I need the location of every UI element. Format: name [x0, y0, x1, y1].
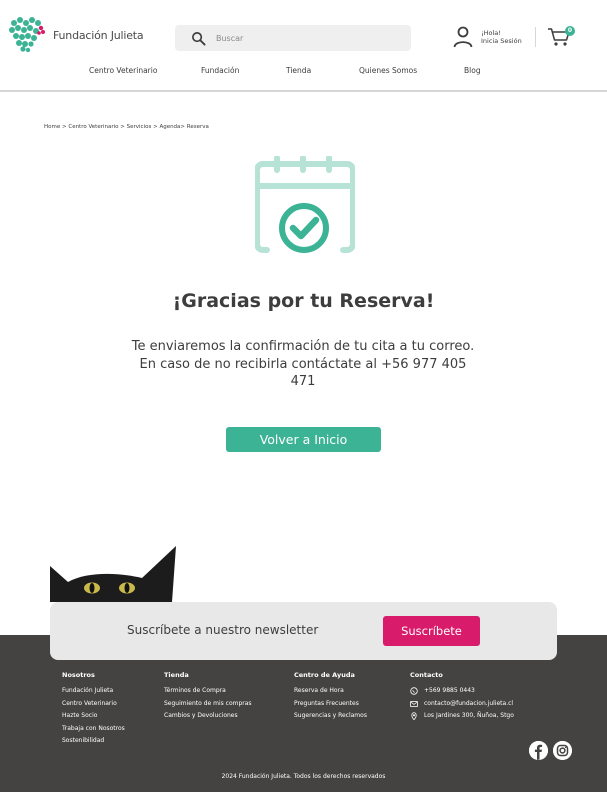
back-home-button[interactable]: Volver a Inicio [226, 427, 381, 452]
footer-link[interactable]: Centro Veterinario [62, 698, 125, 711]
main-nav: Centro Veterinario Fundación Tienda Quie… [0, 66, 607, 78]
user-login[interactable]: ¡Hola! Inicia Sesión [453, 26, 522, 48]
confirmation-message: Te enviaremos la confirmación de tu cita… [131, 339, 475, 389]
search-icon [192, 31, 206, 46]
instagram-link[interactable] [553, 741, 572, 760]
logo-hearts-icon [9, 17, 45, 53]
greeting-text: ¡Hola! [481, 29, 501, 37]
nav-item-fundacion[interactable]: Fundación [201, 66, 239, 75]
footer-col-title: Centro de Ayuda [294, 671, 355, 679]
calendar-check-icon [255, 156, 355, 253]
facebook-link[interactable] [529, 741, 548, 760]
footer-col-ayuda: Centro de Ayuda Reserva de Hora Pregunta… [294, 671, 367, 723]
contact-address-text: Los Jardines 300, Ñuñoa, Stgo [424, 712, 514, 720]
footer-link[interactable]: Preguntas Frecuentes [294, 698, 367, 711]
contact-phone-text: +569 9885 0443 [424, 687, 475, 694]
user-icon [453, 26, 473, 48]
newsletter-text: Suscríbete a nuestro newsletter [127, 623, 319, 637]
facebook-icon [529, 741, 548, 760]
nav-item-centro-veterinario[interactable]: Centro Veterinario [89, 66, 157, 75]
footer-link[interactable]: Sugerencias y Reclamos [294, 710, 367, 723]
contact-email-text: contacto@fundacion.julieta.cl [424, 699, 514, 707]
footer-link[interactable]: Términos de Compra [164, 685, 252, 698]
nav-item-tienda[interactable]: Tienda [286, 66, 311, 75]
footer-col-nosotros: Nosotros Fundación Julieta Centro Veteri… [62, 671, 125, 748]
footer-link[interactable]: Cambios y Devoluciones [164, 710, 252, 723]
cart-button[interactable]: 0 [547, 26, 575, 49]
footer-link[interactable]: Sostenibilidad [62, 735, 125, 748]
instagram-icon [553, 741, 572, 760]
nav-item-blog[interactable]: Blog [464, 66, 481, 75]
contact-address[interactable]: Los Jardines 300, Ñuñoa, Stgo [410, 710, 514, 723]
search-bar[interactable] [175, 25, 411, 51]
copyright: 2024 Fundación Julieta. Todos los derech… [221, 773, 386, 780]
cart-count-badge: 0 [565, 26, 575, 36]
logo[interactable]: Fundación Julieta [8, 15, 144, 55]
whatsapp-icon [410, 687, 418, 695]
footer-col-tienda: Tienda Términos de Compra Seguimiento de… [164, 671, 252, 723]
footer-link[interactable]: Fundación Julieta [62, 685, 125, 698]
footer-col-title: Tienda [164, 671, 189, 679]
cat-illustration [50, 536, 176, 602]
footer-link[interactable]: Seguimiento de mis compras [164, 698, 252, 711]
breadcrumb[interactable]: Home > Centro Veterinario > Servicios > … [44, 124, 209, 130]
search-input[interactable] [216, 33, 386, 43]
site-header: Fundación Julieta ¡Hola! Inicia Sesión 0… [0, 0, 607, 92]
footer-col-title: Contacto [410, 671, 443, 679]
mail-icon [410, 701, 418, 707]
newsletter-box: Suscríbete a nuestro newsletter Suscríbe… [50, 602, 557, 660]
footer-link[interactable]: Hazte Socio [62, 710, 125, 723]
contact-email[interactable]: contacto@fundacion.julieta.cl [410, 698, 514, 711]
footer-link[interactable]: Trabaja con Nosotros [62, 723, 125, 736]
logo-text: Fundación Julieta [53, 28, 144, 42]
footer-col-title: Nosotros [62, 671, 95, 679]
subscribe-button[interactable]: Suscríbete [383, 616, 480, 646]
footer-col-contacto: Contacto +569 9885 0443 contacto@fundaci… [410, 671, 514, 723]
contact-phone[interactable]: +569 9885 0443 [410, 685, 514, 698]
footer-link[interactable]: Reserva de Hora [294, 685, 367, 698]
login-link[interactable]: Inicia Sesión [481, 37, 522, 45]
header-divider [535, 27, 536, 47]
location-icon [411, 712, 417, 721]
nav-item-quienes-somos[interactable]: Quienes Somos [359, 66, 417, 75]
page-title: ¡Gracias por tu Reserva! [172, 290, 435, 312]
